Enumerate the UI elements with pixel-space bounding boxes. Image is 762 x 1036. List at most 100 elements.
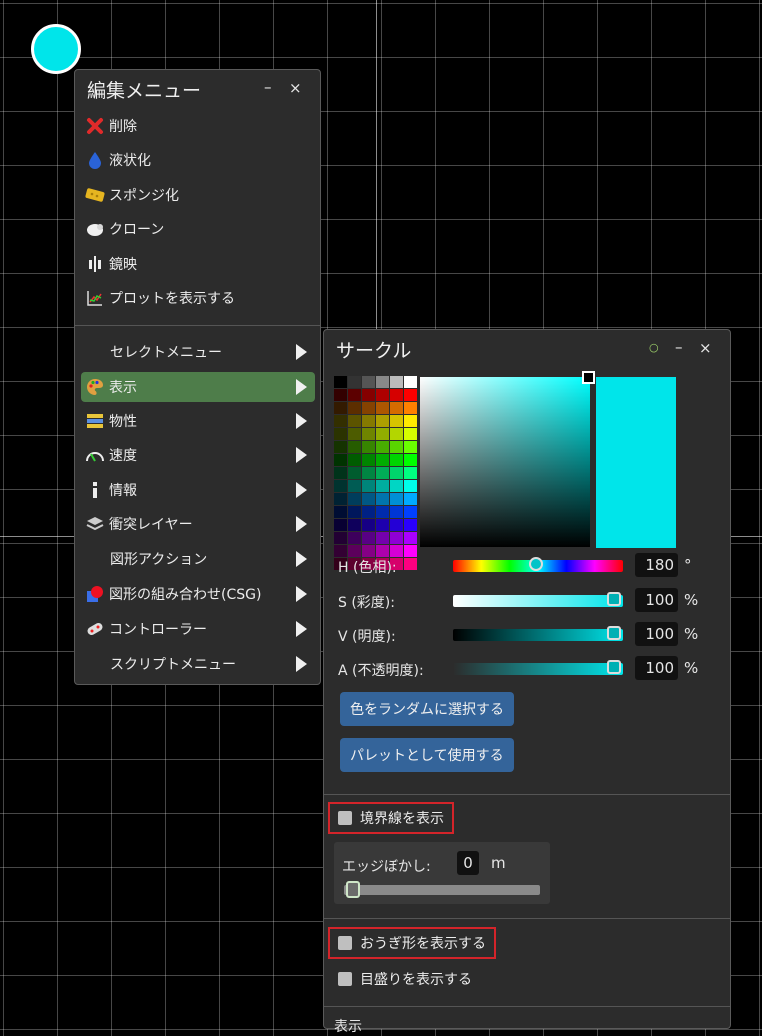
use-as-palette-button[interactable]: パレットとして使用する — [340, 738, 514, 772]
circle-shape[interactable] — [31, 24, 81, 74]
color-swatch[interactable] — [348, 519, 361, 531]
color-swatch[interactable] — [362, 519, 375, 531]
color-swatch[interactable] — [348, 428, 361, 440]
color-swatch[interactable] — [362, 389, 375, 401]
color-swatch[interactable] — [334, 428, 347, 440]
submenu-controller[interactable]: コントローラー — [81, 614, 315, 644]
color-swatch[interactable] — [348, 506, 361, 518]
hue-input[interactable]: 180 — [635, 553, 678, 577]
color-swatch[interactable] — [334, 493, 347, 505]
submenu-csg[interactable]: 図形の組み合わせ(CSG) — [81, 579, 315, 609]
menu-item-liquefy[interactable]: 液状化 — [81, 145, 315, 175]
color-swatch[interactable] — [404, 467, 417, 479]
submenu-display[interactable]: 表示 — [81, 372, 315, 402]
minimize-button[interactable]: – — [675, 338, 683, 356]
color-swatch[interactable] — [348, 402, 361, 414]
color-swatch[interactable] — [334, 532, 347, 544]
color-swatch[interactable] — [334, 415, 347, 427]
color-swatch[interactable] — [390, 415, 403, 427]
color-swatch[interactable] — [362, 467, 375, 479]
color-swatch[interactable] — [376, 480, 389, 492]
color-swatch[interactable] — [362, 428, 375, 440]
value-slider-knob[interactable] — [607, 626, 621, 640]
color-swatch[interactable] — [404, 454, 417, 466]
saturation-slider-knob[interactable] — [607, 592, 621, 606]
color-swatch[interactable] — [404, 376, 417, 388]
color-swatch[interactable] — [376, 415, 389, 427]
color-swatch[interactable] — [376, 454, 389, 466]
color-swatch[interactable] — [390, 480, 403, 492]
submenu-collision-layer[interactable]: 衝突レイヤー — [81, 509, 315, 539]
hue-slider-knob[interactable] — [529, 557, 543, 571]
color-swatch[interactable] — [362, 441, 375, 453]
color-swatch[interactable] — [404, 389, 417, 401]
color-swatch[interactable] — [348, 415, 361, 427]
color-swatch[interactable] — [362, 454, 375, 466]
alpha-input[interactable]: 100 — [635, 656, 678, 680]
color-swatch[interactable] — [334, 441, 347, 453]
color-swatch[interactable] — [376, 389, 389, 401]
color-swatch[interactable] — [334, 480, 347, 492]
color-swatch[interactable] — [334, 402, 347, 414]
submenu-material[interactable]: 物性 — [81, 406, 315, 436]
color-swatch[interactable] — [348, 454, 361, 466]
show-ticks-checkbox[interactable] — [338, 972, 352, 986]
color-swatch[interactable] — [390, 532, 403, 544]
color-swatch[interactable] — [334, 506, 347, 518]
show-protractor-row[interactable]: おうぎ形を表示する — [328, 927, 496, 959]
show-outline-row[interactable]: 境界線を表示 — [328, 802, 454, 834]
menu-item-clone[interactable]: クローン — [81, 214, 315, 244]
color-swatch[interactable] — [334, 389, 347, 401]
saturation-input[interactable]: 100 — [635, 588, 678, 612]
color-swatch[interactable] — [376, 519, 389, 531]
edge-blur-slider-knob[interactable] — [346, 881, 360, 898]
color-swatch[interactable] — [390, 441, 403, 453]
color-swatch[interactable] — [348, 480, 361, 492]
minimize-button[interactable]: – — [264, 78, 272, 96]
color-swatch[interactable] — [390, 493, 403, 505]
menu-item-sponge[interactable]: スポンジ化 — [81, 180, 315, 210]
color-swatch[interactable] — [404, 441, 417, 453]
color-swatch[interactable] — [376, 428, 389, 440]
color-swatch[interactable] — [404, 519, 417, 531]
submenu-velocity[interactable]: 速度 — [81, 440, 315, 470]
menu-item-mirror[interactable]: 鏡映 — [81, 249, 315, 279]
sv-picker-handle[interactable] — [582, 371, 595, 384]
saturation-value-picker[interactable] — [420, 371, 595, 547]
saturation-slider[interactable] — [453, 592, 623, 607]
color-swatch[interactable] — [404, 415, 417, 427]
hue-slider[interactable] — [453, 557, 623, 572]
color-swatch[interactable] — [390, 389, 403, 401]
color-swatch[interactable] — [334, 519, 347, 531]
edge-blur-input[interactable]: 0 — [457, 851, 479, 875]
alpha-slider-knob[interactable] — [607, 660, 621, 674]
value-input[interactable]: 100 — [635, 622, 678, 646]
color-swatch[interactable] — [362, 402, 375, 414]
color-swatch[interactable] — [376, 376, 389, 388]
color-swatch[interactable] — [348, 389, 361, 401]
color-swatch[interactable] — [362, 532, 375, 544]
show-protractor-checkbox[interactable] — [338, 936, 352, 950]
color-swatch[interactable] — [334, 454, 347, 466]
color-swatch[interactable] — [376, 402, 389, 414]
pin-icon[interactable]: ○ — [649, 341, 659, 354]
color-swatch[interactable] — [334, 467, 347, 479]
color-swatch[interactable] — [390, 506, 403, 518]
show-ticks-row[interactable]: 目盛りを表示する — [330, 963, 472, 995]
color-swatch[interactable] — [390, 376, 403, 388]
color-swatch[interactable] — [404, 493, 417, 505]
menu-item-plot[interactable]: プロットを表示する — [81, 283, 315, 313]
color-swatch[interactable] — [404, 506, 417, 518]
color-swatch[interactable] — [376, 506, 389, 518]
color-swatch[interactable] — [334, 376, 347, 388]
color-swatch[interactable] — [348, 441, 361, 453]
color-swatch[interactable] — [348, 467, 361, 479]
submenu-info[interactable]: 情報 — [81, 475, 315, 505]
color-swatch[interactable] — [404, 428, 417, 440]
color-swatch[interactable] — [404, 480, 417, 492]
color-swatch[interactable] — [376, 467, 389, 479]
alpha-slider[interactable] — [453, 660, 623, 675]
submenu-select[interactable]: セレクトメニュー — [81, 337, 315, 367]
color-swatch[interactable] — [362, 480, 375, 492]
color-swatch[interactable] — [390, 402, 403, 414]
